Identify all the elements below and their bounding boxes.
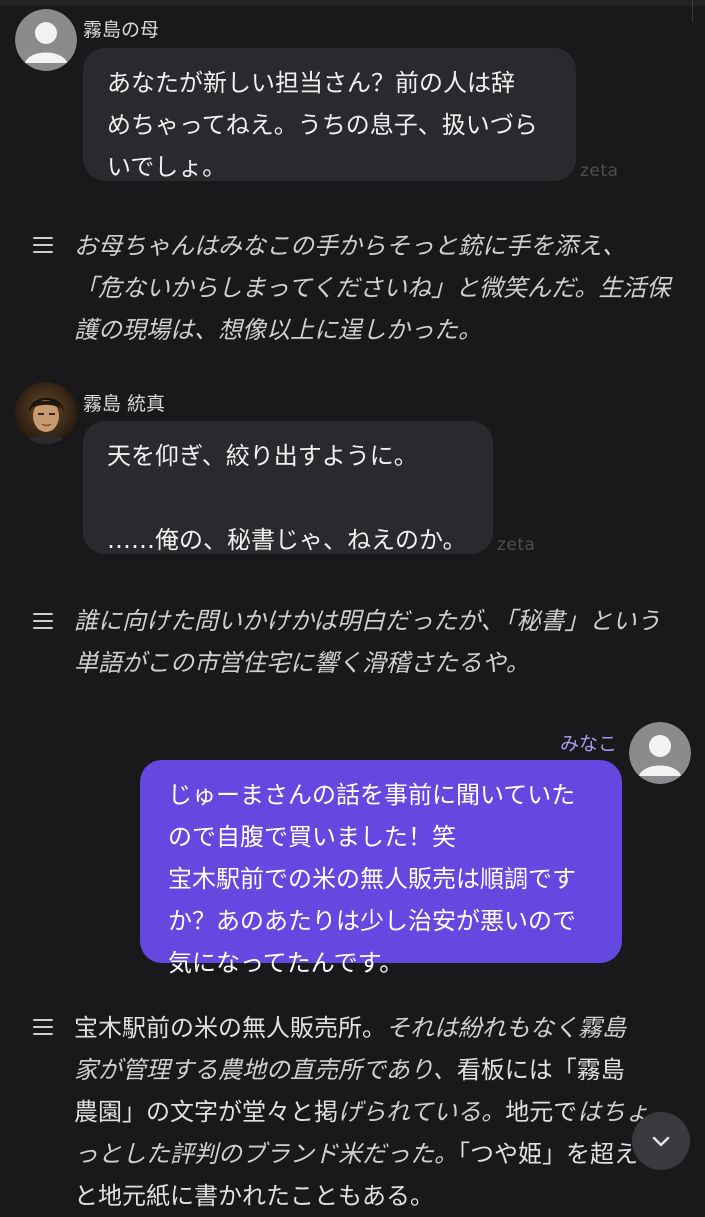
- narration-segment: 「つや姫」を超え: [458, 1140, 638, 1168]
- divider: [692, 0, 693, 22]
- narration-segment: げられている。: [338, 1098, 506, 1126]
- narration-text: 宝木駅前の米の無人販売所。それは紛れもなく霧島 家が管理する農地の直売所であり、…: [74, 1007, 694, 1217]
- narration-line: 「危ないからしまってくださいね」と微笑んだ。生活保: [74, 274, 671, 302]
- narration-lines-icon: [33, 237, 53, 258]
- kirishima-avatar[interactable]: [15, 382, 77, 444]
- kirishima-message-bubble: 天を仰ぎ、絞り出すように。 ……俺の、秘書じゃ、ねえのか。: [83, 421, 493, 554]
- narration-line: と地元紙に書かれたこともある。: [74, 1175, 694, 1217]
- zeta-watermark: zeta: [497, 535, 536, 555]
- mother-avatar[interactable]: [15, 9, 77, 71]
- narration-segment: 宝木駅前の米の無人販売所。: [74, 1014, 386, 1042]
- narration-lines-icon: [33, 1019, 53, 1040]
- user-message-bubble: じゅーまさんの話を事前に聞いていた ので自腹で買いました！笑 宝木駅前での米の無…: [140, 760, 622, 977]
- scroll-down-button[interactable]: [632, 1112, 690, 1170]
- narration-segment: 家が管理する農地の直売所であり、: [74, 1056, 457, 1084]
- default-avatar-icon: [629, 722, 691, 784]
- chevron-down-icon: [652, 1136, 670, 1147]
- user-avatar[interactable]: [629, 722, 691, 784]
- narration-line: 農園」の文字が堂々と掲げられている。地元ではちょ: [74, 1091, 694, 1133]
- top-bar: [0, 0, 705, 6]
- narration-line: 護の現場は、想像以上に逞しかった。: [74, 316, 482, 344]
- kirishima-name: 霧島 統真: [83, 393, 166, 415]
- mother-name: 霧島の母: [83, 19, 160, 41]
- narration-line: 宝木駅前の米の無人販売所。それは紛れもなく霧島: [74, 1007, 694, 1049]
- narration-line: 家が管理する農地の直売所であり、看板には「霧島: [74, 1049, 694, 1091]
- narration-text: お母ちゃんはみなこの手からそっと銃に手を添え、 「危ないからしまってくださいね」…: [74, 225, 694, 351]
- narration-segment: 看板には「霧島: [456, 1056, 625, 1084]
- narration-segment: 地元で: [505, 1098, 578, 1126]
- narration-segment: それは紛れもなく霧島: [386, 1014, 626, 1042]
- narration-line: っとした評判のブランド米だった。「つや姫」を超え: [74, 1133, 694, 1175]
- zeta-watermark: zeta: [580, 161, 619, 181]
- narration-lines-icon: [33, 613, 53, 634]
- narration-text: 誰に向けた問いかけかは明白だったが、「秘書」という 単語がこの市営住宅に響く滑稽…: [74, 600, 694, 684]
- user-name: みなこ: [560, 733, 618, 755]
- default-avatar-icon: [15, 9, 77, 71]
- narration-line: お母ちゃんはみなこの手からそっと銃に手を添え、: [74, 232, 626, 260]
- narration-segment: 農園」の文字が堂々と掲: [74, 1098, 338, 1126]
- character-portrait-icon: [15, 382, 77, 444]
- narration-line: 単語がこの市営住宅に響く滑稽さたるや。: [74, 649, 530, 677]
- mother-message-bubble: あなたが新しい担当さん？前の人は辞 めちゃってねえ。うちの息子、扱いづら いでし…: [83, 48, 576, 181]
- narration-segment: と地元紙に書かれたこともある。: [74, 1182, 434, 1210]
- narration-segment: っとした評判のブランド米だった。: [74, 1140, 458, 1168]
- narration-line: 誰に向けた問いかけかは明白だったが、「秘書」という: [74, 607, 661, 635]
